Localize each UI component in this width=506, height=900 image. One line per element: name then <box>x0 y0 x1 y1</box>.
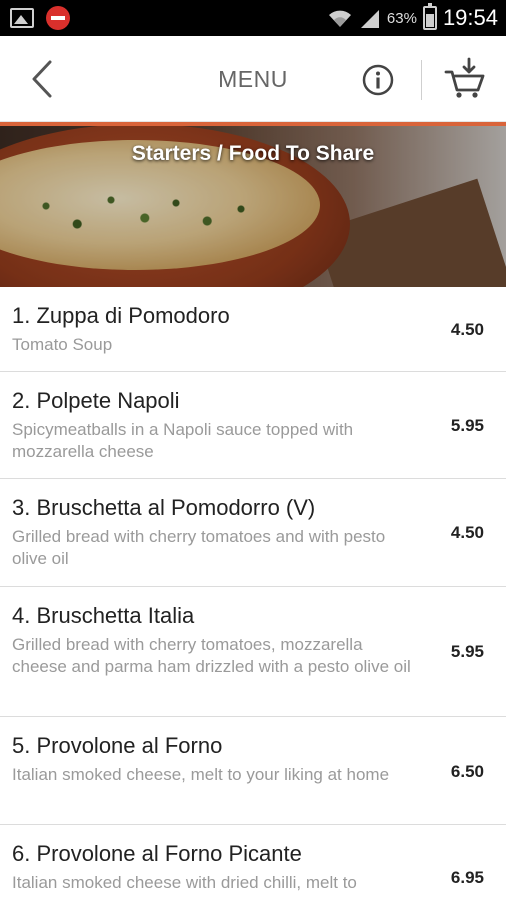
info-icon <box>362 64 394 96</box>
page-title: MENU <box>218 66 288 92</box>
chevron-left-icon <box>32 60 52 98</box>
menu-item-text: 4. Bruschetta Italia Grilled bread with … <box>12 602 417 678</box>
menu-item[interactable]: 5. Provolone al Forno Italian smoked che… <box>0 717 506 825</box>
info-button[interactable] <box>361 63 395 97</box>
category-title: Starters / Food To Share <box>131 142 375 165</box>
status-bar: 63% 19:54 <box>0 0 506 36</box>
blocked-icon <box>46 6 70 30</box>
menu-item-text: 6. Provolone al Forno Picante Italian sm… <box>12 840 417 894</box>
status-bar-left <box>10 6 70 30</box>
menu-item[interactable]: 4. Bruschetta Italia Grilled bread with … <box>0 587 506 717</box>
menu-item-price: 4.50 <box>450 320 484 339</box>
menu-item[interactable]: 1. Zuppa di Pomodoro Tomato Soup 4.50 <box>0 287 506 372</box>
status-bar-right: 63% 19:54 <box>327 0 498 36</box>
menu-item[interactable]: 3. Bruschetta al Pomodorro (V) Grilled b… <box>0 479 506 587</box>
cart-icon <box>444 57 485 98</box>
menu-item-price: 5.95 <box>450 642 484 661</box>
menu-item-text: 5. Provolone al Forno Italian smoked che… <box>12 732 417 786</box>
menu-item[interactable]: 6. Provolone al Forno Picante Italian sm… <box>0 825 506 900</box>
back-button[interactable] <box>22 54 62 104</box>
menu-item-price: 4.50 <box>450 523 484 542</box>
wifi-icon <box>328 10 351 27</box>
menu-item-description: Grilled bread with cherry tomatoes, mozz… <box>12 635 411 676</box>
battery-icon <box>422 3 437 30</box>
menu-item-description: Grilled bread with cherry tomatoes and w… <box>12 527 386 568</box>
menu-item-text: 1. Zuppa di Pomodoro Tomato Soup <box>12 302 417 356</box>
banner-accent-line <box>0 122 506 126</box>
menu-item-description: Italian smoked cheese, melt to your liki… <box>12 765 390 784</box>
category-banner: Starters / Food To Share <box>0 122 506 287</box>
menu-item-name: 3. Bruschetta al Pomodorro (V) <box>12 495 316 520</box>
menu-item-description: Italian smoked cheese with dried chilli,… <box>12 873 357 892</box>
menu-item-name: 2. Polpete Napoli <box>12 388 180 413</box>
menu-item-price: 5.95 <box>450 416 484 435</box>
menu-item-price: 6.95 <box>450 868 484 887</box>
menu-item-description: Tomato Soup <box>12 335 113 354</box>
menu-item-text: 3. Bruschetta al Pomodorro (V) Grilled b… <box>12 494 417 570</box>
cart-button[interactable] <box>444 56 486 100</box>
menu-item-price: 6.50 <box>450 762 484 781</box>
battery-fill <box>425 14 434 27</box>
menu-item[interactable]: 2. Polpete Napoli Spicymeatballs in a Na… <box>0 372 506 479</box>
menu-item-name: 4. Bruschetta Italia <box>12 603 195 628</box>
menu-item-name: 5. Provolone al Forno <box>12 733 223 758</box>
menu-item-description: Spicymeatballs in a Napoli sauce topped … <box>12 420 354 461</box>
app-bar: MENU <box>0 36 506 122</box>
image-icon <box>10 8 34 28</box>
app-bar-divider <box>421 60 422 100</box>
battery-percent: 63% <box>386 9 417 27</box>
clock: 19:54 <box>442 5 498 30</box>
menu-item-name: 1. Zuppa di Pomodoro <box>12 303 230 328</box>
menu-list: 1. Zuppa di Pomodoro Tomato Soup 4.50 2.… <box>0 287 506 900</box>
signal-icon <box>360 10 379 28</box>
menu-item-name: 6. Provolone al Forno Picante <box>12 841 302 866</box>
menu-item-text: 2. Polpete Napoli Spicymeatballs in a Na… <box>12 387 417 463</box>
